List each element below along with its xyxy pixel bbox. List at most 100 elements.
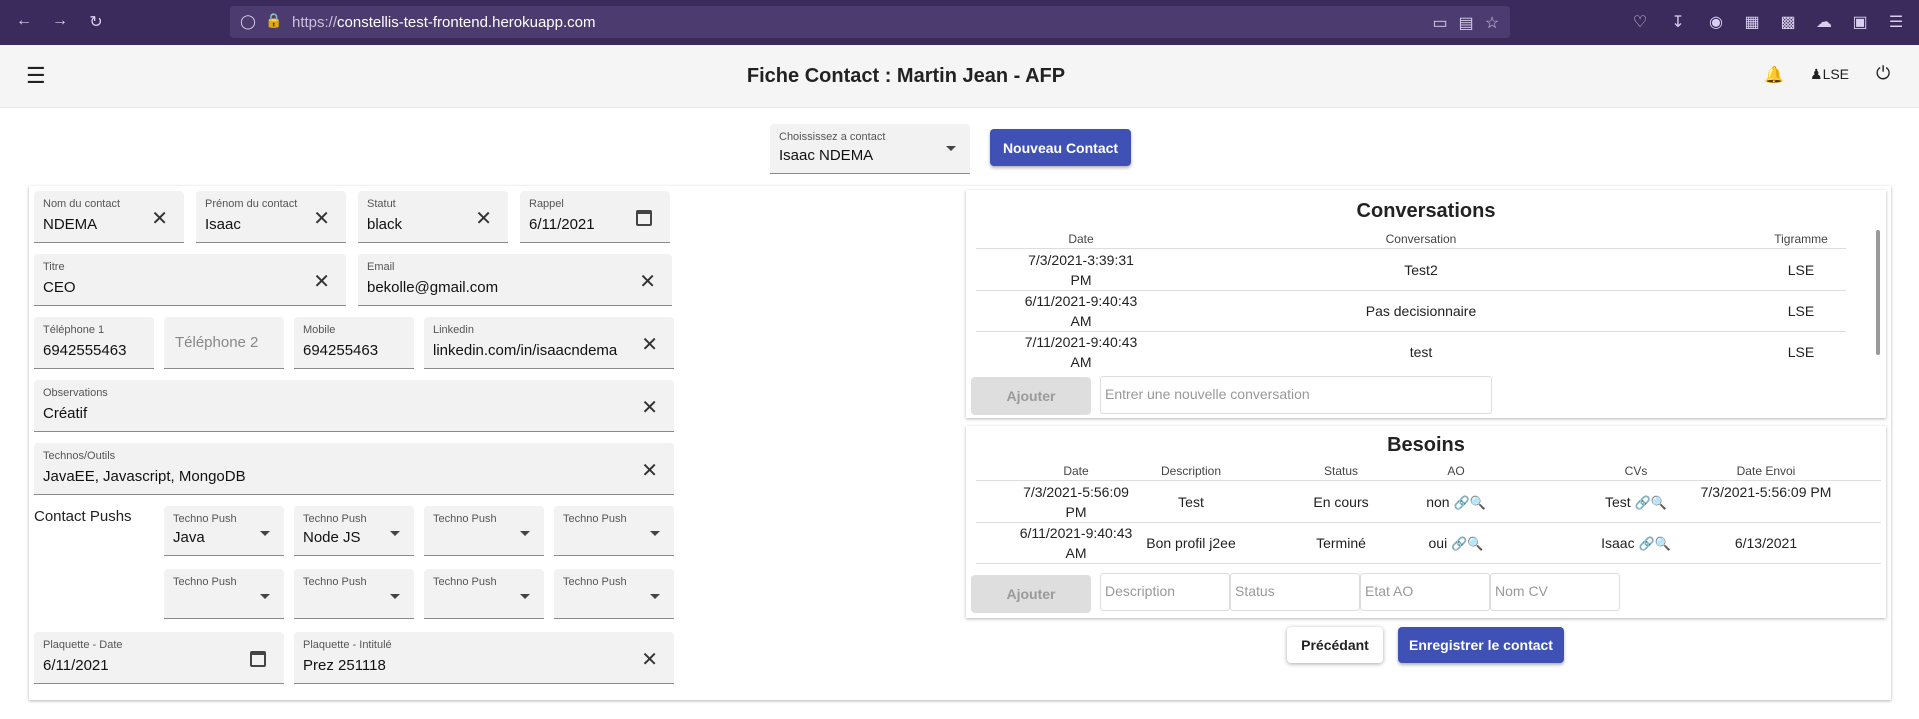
col-conversation: Conversation (1385, 232, 1457, 246)
menu-icon[interactable]: ☰ (1886, 12, 1906, 32)
techno-push-label: Techno Push (173, 576, 237, 588)
techno-push-select[interactable]: Techno Push Java (164, 506, 284, 556)
calendar-icon[interactable] (636, 210, 652, 226)
clear-icon[interactable]: ✕ (641, 395, 658, 420)
app-bar: ☰ Fiche Contact : Martin Jean - AFP 🔔 ♟L… (0, 45, 1919, 108)
techno-push-value: Node JS (303, 529, 361, 546)
clear-icon[interactable]: ✕ (639, 269, 656, 294)
status-input[interactable]: Status (1230, 573, 1360, 611)
user-menu[interactable]: ♟LSE (1810, 66, 1849, 83)
techno-push-select[interactable]: Techno Push (294, 569, 414, 619)
clear-icon[interactable]: ✕ (475, 206, 492, 231)
techno-push-value: Java (173, 529, 205, 546)
tel1-label: Téléphone 1 (43, 324, 105, 336)
clear-icon[interactable]: ✕ (313, 206, 330, 231)
besoin-status: En cours (1313, 494, 1369, 510)
rappel-label: Rappel (529, 198, 564, 210)
link-search-icon[interactable]: 🔗🔍 (1453, 495, 1485, 510)
col-tigramme: Tigramme (1774, 232, 1828, 246)
new-contact-button[interactable]: Nouveau Contact (990, 129, 1131, 166)
extension-color-icon[interactable]: ◉ (1706, 12, 1726, 32)
add-besoin-button[interactable]: Ajouter (971, 575, 1091, 613)
clear-icon[interactable]: ✕ (151, 206, 168, 231)
new-conversation-input[interactable]: Entrer une nouvelle conversation (1100, 376, 1492, 414)
technos-field[interactable]: Technos/Outils JavaEE, Javascript, Mongo… (34, 443, 674, 495)
prenom-field[interactable]: Prénom du contact Isaac ✕ (196, 191, 346, 243)
save-contact-button[interactable]: Enregistrer le contact (1398, 627, 1564, 663)
statut-field[interactable]: Statut black ✕ (358, 191, 508, 243)
plaquette-intitule-field[interactable]: Plaquette - Intitulé Prez 251118 ✕ (294, 632, 674, 684)
user-initials: LSE (1822, 66, 1850, 82)
clear-icon[interactable]: ✕ (313, 269, 330, 294)
col-ao: AO (1447, 464, 1465, 478)
page-title: Fiche Contact : Martin Jean - AFP (746, 65, 1066, 87)
clear-icon[interactable]: ✕ (641, 332, 658, 357)
techno-push-label: Techno Push (303, 576, 367, 588)
chevron-down-icon (650, 531, 660, 536)
bookmark-star-icon[interactable]: ☆ (1482, 13, 1502, 33)
link-search-icon[interactable]: 🔗🔍 (1638, 536, 1670, 551)
conv-tigramme: LSE (1787, 262, 1815, 278)
besoin-date: 7/3/2021-5:56:09 PM (1023, 484, 1129, 520)
mobile-field[interactable]: Mobile 694255463 (294, 317, 414, 369)
etat-ao-input[interactable]: Etat AO (1360, 573, 1490, 611)
add-conversation-button[interactable]: Ajouter (971, 377, 1091, 415)
calendar-icon[interactable] (250, 651, 266, 667)
extension-doc-icon[interactable]: ▩ (1778, 12, 1798, 32)
statut-label: Statut (367, 198, 396, 210)
pocket-save-icon[interactable]: ♡ (1630, 12, 1650, 32)
reload-icon[interactable]: ↻ (86, 12, 106, 32)
description-input[interactable]: Description (1100, 573, 1230, 611)
besoin-cv-value: Isaac (1601, 535, 1635, 551)
mobile-value: 694255463 (303, 342, 379, 359)
techno-push-label: Techno Push (433, 576, 497, 588)
techno-push-select[interactable]: Techno Push (554, 506, 674, 556)
row-divider (976, 563, 1881, 564)
clear-icon[interactable]: ✕ (641, 647, 658, 672)
techno-push-select[interactable]: Techno Push (424, 569, 544, 619)
besoin-ao-value: non (1426, 494, 1450, 510)
previous-button[interactable]: Précédant (1287, 627, 1383, 663)
tel2-field[interactable]: Téléphone 2 (164, 317, 284, 369)
power-icon[interactable]: ⏻ (1876, 63, 1890, 84)
email-value: bekolle@gmail.com (367, 279, 499, 296)
tel1-field[interactable]: Téléphone 1 6942555463 (34, 317, 154, 369)
email-field[interactable]: Email bekolle@gmail.com ✕ (358, 254, 672, 306)
techno-push-label: Techno Push (563, 576, 627, 588)
techno-push-select[interactable]: Techno Push (164, 569, 284, 619)
techno-push-select[interactable]: Techno Push (424, 506, 544, 556)
forward-icon[interactable]: → (50, 12, 70, 30)
tel1-value: 6942555463 (43, 342, 127, 359)
techno-push-select[interactable]: Techno Push (554, 569, 674, 619)
rappel-field[interactable]: Rappel 6/11/2021 (520, 191, 670, 243)
chevron-down-icon (260, 594, 270, 599)
bell-icon[interactable]: 🔔 (1764, 65, 1784, 85)
nom-field[interactable]: Nom du contact NDEMA ✕ (34, 191, 184, 243)
scrollbar[interactable] (1876, 230, 1880, 355)
conv-tigramme: LSE (1787, 344, 1815, 360)
contact-select-label: Choississez a contact (779, 131, 886, 143)
observations-field[interactable]: Observations Créatif ✕ (34, 380, 674, 432)
pocket-icon[interactable]: ▭ (1430, 13, 1450, 33)
translate-icon[interactable]: ▤ (1456, 13, 1476, 33)
linkedin-field[interactable]: Linkedin linkedin.com/in/isaacndema ✕ (424, 317, 674, 369)
clear-icon[interactable]: ✕ (641, 458, 658, 483)
nom-cv-input[interactable]: Nom CV (1490, 573, 1620, 611)
link-search-icon[interactable]: 🔗🔍 (1635, 495, 1667, 510)
titre-field[interactable]: Titre CEO ✕ (34, 254, 346, 306)
extension-cloud-icon[interactable]: ☁ (1814, 12, 1834, 32)
linkedin-value: linkedin.com/in/isaacndema (433, 342, 618, 359)
plaquette-date-field[interactable]: Plaquette - Date 6/11/2021 (34, 632, 284, 684)
link-search-icon[interactable]: 🔗🔍 (1451, 536, 1483, 551)
extension-print-icon[interactable]: ▦ (1742, 12, 1762, 32)
extension-translate-icon[interactable]: ▣ (1850, 12, 1870, 32)
url-bar[interactable]: ◯ 🔒 https://constellis-test-frontend.her… (230, 6, 1510, 38)
downloads-icon[interactable]: ↧ (1668, 12, 1688, 32)
conv-text: Test2 (1404, 262, 1438, 278)
browser-toolbar: ← → ↻ ◯ 🔒 https://constellis-test-fronte… (0, 0, 1919, 45)
techno-push-select[interactable]: Techno Push Node JS (294, 506, 414, 556)
besoin-cv: Isaac 🔗🔍 (1586, 533, 1686, 554)
contact-select[interactable]: Choississez a contact Isaac NDEMA (770, 124, 970, 174)
titre-label: Titre (43, 261, 65, 273)
back-icon[interactable]: ← (14, 12, 34, 30)
